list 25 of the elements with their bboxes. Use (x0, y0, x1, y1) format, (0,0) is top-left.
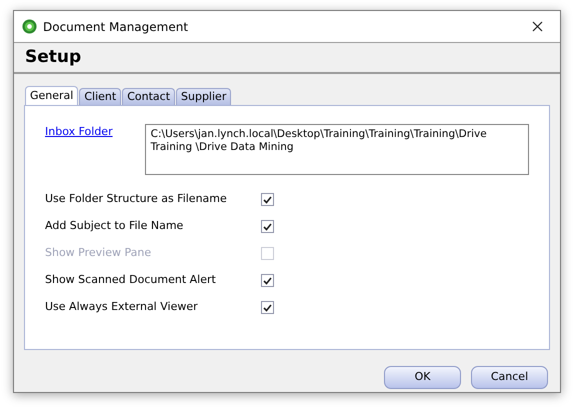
window-title: Document Management (43, 18, 190, 36)
folder-path-field[interactable]: C:\Users\jan.lynch.local\Desktop\Training\Training\Training\Drive Training \Drive Data Mining (144, 124, 529, 175)
checkbox[interactable] (261, 220, 274, 233)
dialog-button[interactable]: Cancel (471, 366, 548, 389)
checkmark-icon (263, 276, 272, 284)
tab[interactable]: Contact (122, 88, 176, 105)
tab[interactable]: General (25, 86, 78, 105)
page-heading: Setup (25, 46, 82, 69)
app-logo-icon (22, 19, 37, 34)
option-label: Show Preview Pane (45, 245, 152, 262)
option-label: Use Always External Viewer (45, 299, 199, 316)
close-icon (532, 21, 542, 32)
checkmark-icon (263, 222, 272, 230)
checkmark-icon (263, 196, 272, 204)
dialog-button[interactable]: OK (384, 366, 461, 389)
option-label: Use Folder Structure as Filename (45, 191, 228, 208)
inbox-folder-link[interactable]: Inbox Folder (45, 124, 145, 140)
tab[interactable]: Client (79, 88, 122, 105)
checkbox[interactable] (261, 193, 274, 206)
option-label: Add Subject to File Name (45, 218, 184, 234)
checkbox[interactable] (261, 301, 274, 314)
checkmark-icon (263, 304, 272, 312)
checkbox[interactable] (261, 274, 274, 287)
option-label: Show Scanned Document Alert (45, 272, 217, 288)
tab[interactable]: Supplier (176, 88, 232, 105)
